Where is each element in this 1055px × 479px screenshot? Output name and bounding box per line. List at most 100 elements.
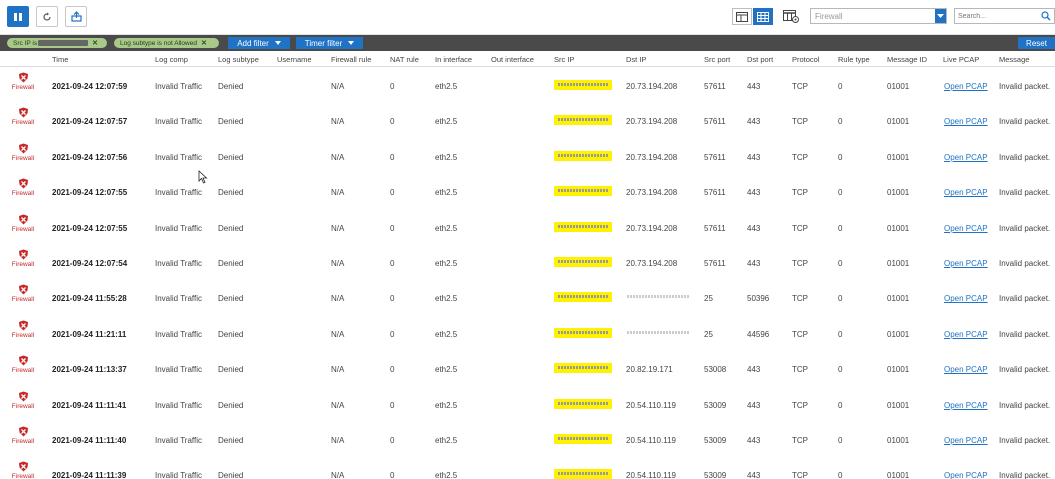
add-filter-button[interactable]: Add filter: [228, 37, 290, 49]
table-row[interactable]: Firewall 2021-09-24 12:07:55 Invalid Traff…: [0, 208, 1055, 245]
open-pcap-link[interactable]: Open PCAP: [944, 224, 988, 233]
close-icon[interactable]: ✕: [201, 39, 207, 47]
row-log-subtype: Denied: [218, 259, 244, 268]
table-row[interactable]: Firewall 2021-09-24 12:07:54 Invalid Traff…: [0, 244, 1055, 281]
table-row[interactable]: Firewall 2021-09-24 11:11:40 Invalid Traff…: [0, 421, 1055, 458]
module-label: Firewall: [11, 154, 35, 162]
module-select-dropdown[interactable]: [935, 9, 946, 23]
table-row[interactable]: Firewall 2021-09-24 12:07:59 Invalid Traff…: [0, 67, 1055, 104]
search-input[interactable]: [958, 10, 1038, 22]
column-header-dst-ip[interactable]: Dst IP: [626, 55, 646, 64]
open-pcap-link[interactable]: Open PCAP: [944, 294, 988, 303]
firewall-module: Firewall: [10, 355, 36, 374]
open-pcap-link[interactable]: Open PCAP: [944, 365, 988, 374]
row-dst-port: 443: [747, 82, 761, 91]
module-label: Firewall: [11, 331, 35, 339]
column-header-src-port[interactable]: Src port: [704, 55, 730, 64]
timer-filter-button[interactable]: Timer filter: [296, 37, 363, 49]
row-message-id: 01001: [887, 152, 910, 162]
row-protocol: TCP: [792, 259, 808, 268]
row-protocol: TCP: [792, 117, 808, 127]
column-header-message[interactable]: Message: [999, 55, 1029, 64]
open-pcap-link[interactable]: Open PCAP: [944, 153, 988, 162]
row-protocol: TCP: [792, 82, 808, 91]
firewall-shield-icon: [18, 178, 28, 189]
filter-chip-log-subtype[interactable]: Log subtype is not Allowed ✕: [114, 38, 219, 48]
row-log-comp: Invalid Traffic: [155, 329, 202, 339]
row-message: Invalid packet.: [999, 471, 1051, 479]
row-time: 2021-09-24 11:55:28: [52, 294, 127, 304]
redaction-scribble: [558, 366, 608, 370]
column-header-in-interface[interactable]: In interface: [435, 55, 472, 64]
column-header-time[interactable]: Time: [52, 55, 68, 64]
firewall-module: Firewall: [10, 107, 36, 126]
firewall-shield-icon: [18, 143, 28, 154]
column-header-log-comp[interactable]: Log comp: [155, 55, 188, 64]
firewall-shield-icon: [18, 355, 28, 366]
table-row[interactable]: Firewall 2021-09-24 12:07:56 Invalid Traff…: [0, 137, 1055, 175]
table-row[interactable]: Firewall 2021-09-24 12:07:57 Invalid Traff…: [0, 102, 1055, 139]
open-pcap-link[interactable]: Open PCAP: [944, 82, 988, 91]
row-message: Invalid packet.: [999, 365, 1051, 375]
table-row[interactable]: Firewall 2021-09-24 11:13:37 Invalid Traff…: [0, 350, 1055, 387]
row-message-id: 01001: [887, 436, 910, 445]
row-rule-type: 0: [838, 117, 843, 127]
open-pcap-link[interactable]: Open PCAP: [944, 471, 988, 479]
column-header-username[interactable]: Username: [277, 55, 312, 64]
view-list-button[interactable]: [732, 8, 752, 25]
column-settings-button[interactable]: [781, 8, 801, 25]
column-header-rule-type[interactable]: Rule type: [838, 55, 870, 64]
row-rule-type: 0: [838, 365, 843, 375]
redaction-scribble: [558, 437, 608, 440]
row-message-id: 01001: [887, 400, 910, 410]
open-pcap-link[interactable]: Open PCAP: [944, 330, 988, 339]
module-select[interactable]: Firewall: [810, 8, 947, 24]
open-pcap-link[interactable]: Open PCAP: [944, 188, 988, 197]
row-log-subtype: Denied: [218, 117, 244, 127]
column-header-log-subtype[interactable]: Log subtype: [218, 55, 259, 64]
open-pcap-link[interactable]: Open PCAP: [944, 259, 988, 268]
column-header-message-id[interactable]: Message ID: [887, 55, 927, 64]
row-nat-rule: 0: [390, 329, 395, 339]
row-message: Invalid packet.: [999, 259, 1051, 268]
row-log-comp: Invalid Traffic: [155, 152, 202, 162]
table-row[interactable]: Firewall 2021-09-24 11:21:11 Invalid Traff…: [0, 314, 1055, 352]
row-in-interface: eth2.5: [435, 329, 458, 339]
column-header-live-pcap[interactable]: Live PCAP: [943, 55, 979, 64]
filter-chip-label: Log subtype is not Allowed: [120, 39, 197, 47]
view-grid-button[interactable]: [753, 8, 773, 25]
pause-button[interactable]: [7, 6, 29, 27]
reset-button[interactable]: Reset: [1018, 37, 1055, 49]
row-nat-rule: 0: [390, 436, 395, 445]
column-header-nat-rule[interactable]: NAT rule: [390, 55, 419, 64]
firewall-shield-icon: [18, 426, 28, 437]
open-pcap-link[interactable]: Open PCAP: [944, 401, 988, 410]
row-dst-port: 443: [747, 471, 761, 479]
close-icon[interactable]: ✕: [92, 39, 98, 47]
redacted-value: [38, 40, 89, 46]
row-in-interface: eth2.5: [435, 400, 458, 410]
row-nat-rule: 0: [390, 400, 395, 410]
column-header-protocol[interactable]: Protocol: [792, 55, 820, 64]
column-header-src-ip[interactable]: Src IP: [554, 55, 574, 64]
filter-chip-src-ip[interactable]: Src IP is ✕: [7, 38, 107, 48]
row-time: 2021-09-24 11:13:37: [52, 365, 127, 375]
row-log-subtype: Denied: [218, 294, 244, 304]
open-pcap-link[interactable]: Open PCAP: [944, 117, 988, 126]
firewall-module: Firewall: [10, 461, 36, 479]
table-row[interactable]: Firewall 2021-09-24 11:11:41 Invalid Traff…: [0, 385, 1055, 422]
row-rule-type: 0: [838, 400, 843, 410]
table-row[interactable]: Firewall 2021-09-24 11:55:28 Invalid Traff…: [0, 279, 1055, 316]
search-icon[interactable]: [1041, 11, 1051, 21]
column-header-out-interface[interactable]: Out interface: [491, 55, 534, 64]
column-header-firewall-rule[interactable]: Firewall rule: [331, 55, 371, 64]
table-row[interactable]: Firewall 2021-09-24 11:11:39 Invalid Traff…: [0, 456, 1055, 479]
column-header-dst-port[interactable]: Dst port: [747, 55, 773, 64]
row-dst-port: 443: [747, 152, 761, 162]
row-dst-ip: 20.73.194.208: [626, 188, 678, 198]
table-row[interactable]: Firewall 2021-09-24 12:07:55 Invalid Traff…: [0, 173, 1055, 210]
open-pcap-link[interactable]: Open PCAP: [944, 436, 988, 445]
row-time: 2021-09-24 12:07:57: [52, 117, 128, 127]
refresh-button[interactable]: [36, 6, 58, 27]
export-button[interactable]: [65, 6, 87, 27]
